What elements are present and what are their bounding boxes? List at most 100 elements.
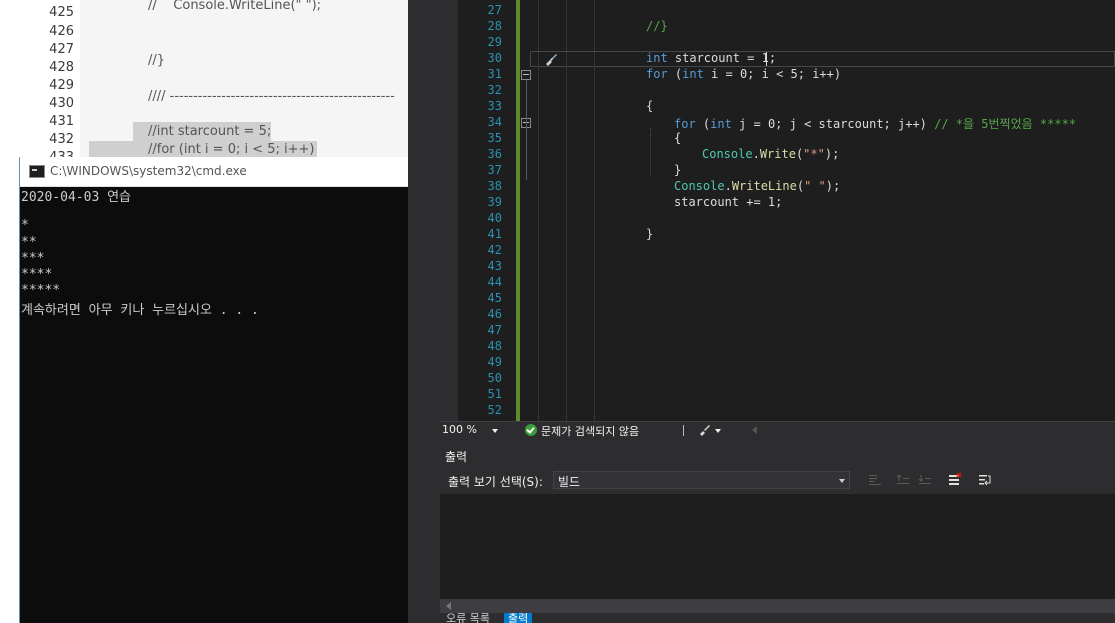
- console-line: 2020-04-03 연습: [21, 190, 132, 205]
- code-cleanup-brush-icon[interactable]: [699, 424, 711, 436]
- indent-guide: [538, 0, 539, 421]
- chevron-down-icon: [492, 429, 498, 433]
- code-line-33[interactable]: {: [646, 99, 653, 115]
- code-line-41[interactable]: }: [646, 227, 653, 243]
- divider: [683, 425, 684, 436]
- code-editor[interactable]: 27 28 29 30 31 32 33 34 35 36 37 38 39 4…: [458, 0, 1115, 421]
- code-line[interactable]: // Console.WriteLine(" ");: [148, 0, 321, 13]
- indent-guide: [594, 0, 595, 421]
- code-text: );: [825, 179, 841, 193]
- code-line[interactable]: //}: [148, 53, 165, 68]
- next-message-icon[interactable]: [917, 472, 933, 488]
- code-text: i = 0; i < 5; i++): [703, 67, 842, 81]
- code-line-30[interactable]: int starcount = 1;: [646, 51, 776, 67]
- code-text: (: [667, 67, 683, 81]
- line-number: 27: [487, 3, 502, 17]
- line-number: 32: [487, 83, 502, 97]
- code-line[interactable]: //int starcount = 5;: [148, 124, 271, 139]
- keyword: for: [674, 117, 696, 131]
- line-number: 36: [487, 147, 502, 161]
- zoom-value: 100 %: [442, 423, 477, 436]
- line-number: 46: [487, 307, 502, 321]
- code-line-31[interactable]: for (int i = 0; i < 5; i++): [646, 67, 841, 83]
- background-editor-window: 425 426 427 428 429 430 431 432 433 // C…: [0, 0, 408, 165]
- scroll-left-icon[interactable]: [446, 602, 451, 610]
- indent-guide: [650, 128, 651, 176]
- find-message-icon[interactable]: [867, 472, 883, 488]
- output-source-select[interactable]: 빌드: [553, 471, 850, 489]
- line-number: 425: [49, 5, 74, 20]
- console-line: *: [21, 218, 29, 234]
- line-number: 38: [487, 179, 502, 193]
- code-line-39[interactable]: starcount += 1;: [674, 195, 782, 211]
- line-number: 51: [487, 387, 502, 401]
- line-number: 426: [49, 24, 74, 39]
- keyword: for: [646, 67, 668, 81]
- code-text-area[interactable]: //} int starcount = 1; for (int i = 0; i…: [536, 0, 1115, 421]
- line-number: 41: [487, 227, 502, 241]
- line-number: 33: [487, 99, 502, 113]
- code-text: .: [752, 147, 760, 161]
- line-number: 47: [487, 323, 502, 337]
- line-number: 29: [487, 35, 502, 49]
- line-number: 30: [487, 51, 502, 65]
- cmd-title-bar[interactable]: C:\WINDOWS\system32\cmd.exe: [20, 157, 409, 187]
- string-literal: " ": [804, 179, 826, 193]
- line-number: 49: [487, 355, 502, 369]
- code-text: (: [796, 179, 805, 193]
- clear-all-icon[interactable]: [947, 472, 963, 488]
- code-line-35[interactable]: {: [674, 131, 681, 147]
- cmd-title: C:\WINDOWS\system32\cmd.exe: [50, 164, 247, 178]
- console-line: **: [21, 234, 37, 250]
- change-tracking-bar: [516, 0, 520, 421]
- collapse-icon[interactable]: [521, 70, 531, 80]
- code-line-37[interactable]: }: [674, 163, 681, 179]
- line-number: 45: [487, 291, 502, 305]
- visual-studio-window: 27 28 29 30 31 32 33 34 35 36 37 38 39 4…: [408, 0, 1115, 623]
- code-line-34[interactable]: for (int j = 0; j < starcount; j++) // *…: [674, 115, 1076, 131]
- line-number: 48: [487, 339, 502, 353]
- word-wrap-icon[interactable]: [977, 472, 993, 488]
- horizontal-scrollbar[interactable]: [440, 599, 1115, 613]
- code-text: j = 0; j < starcount; j++): [731, 117, 935, 131]
- output-text-area[interactable]: [440, 494, 1115, 599]
- code-text: starcount = 1;: [667, 51, 777, 65]
- tab-output[interactable]: 출력: [504, 613, 533, 623]
- code-line-28[interactable]: //}: [646, 19, 668, 35]
- line-number: 427: [49, 42, 74, 57]
- cmd-window[interactable]: C:\WINDOWS\system32\cmd.exe 2020-04-03 연…: [19, 157, 409, 623]
- check-circle-icon: [525, 424, 537, 436]
- output-panel-title: 출력: [445, 450, 468, 464]
- line-number: 50: [487, 371, 502, 385]
- code-line-38[interactable]: Console.WriteLine(" ");: [674, 179, 840, 195]
- line-number: 34: [487, 115, 502, 129]
- code-text: );: [824, 147, 840, 161]
- chevron-down-icon[interactable]: [715, 429, 721, 433]
- method-name: WriteLine: [731, 179, 797, 193]
- issues-status[interactable]: 문제가 검색되지 않음: [541, 423, 639, 439]
- cmd-console-output: 2020-04-03 연습 * ** *** **** ***** 계속하려면 …: [21, 186, 407, 319]
- text-caret: [766, 52, 767, 66]
- keyword: int: [710, 117, 732, 131]
- code-line[interactable]: //// -----------------------------------…: [148, 89, 395, 104]
- line-number: 52: [487, 403, 502, 417]
- line-number: 37: [487, 163, 502, 177]
- code-line-36[interactable]: Console.Write("*");: [702, 147, 839, 163]
- line-number: 43: [487, 259, 502, 273]
- scroll-left-icon[interactable]: [752, 426, 757, 434]
- console-line: 계속하려면 아무 키나 누르십시오 . . .: [21, 303, 259, 319]
- editor-status-bar: 100 % 문제가 검색되지 않음: [440, 421, 1115, 440]
- cmd-icon: [29, 165, 45, 178]
- line-number: 431: [49, 114, 74, 129]
- line-number: 39: [487, 195, 502, 209]
- line-number: 42: [487, 243, 502, 257]
- zoom-dropdown[interactable]: 100 %: [442, 423, 500, 438]
- previous-message-icon[interactable]: [895, 472, 911, 488]
- tab-error-list[interactable]: 오류 목록: [442, 613, 494, 623]
- code-text: .: [724, 179, 732, 193]
- code-line[interactable]: //for (int i = 0; i < 5; i++): [148, 142, 315, 157]
- tool-window-strip: [408, 0, 440, 623]
- output-panel: 출력 출력 보기 선택(S): 빌드 오류 목록 출력: [440, 446, 1115, 623]
- line-number-gutter: 27 28 29 30 31 32 33 34 35 36 37 38 39 4…: [458, 0, 502, 421]
- line-number: 35: [487, 131, 502, 145]
